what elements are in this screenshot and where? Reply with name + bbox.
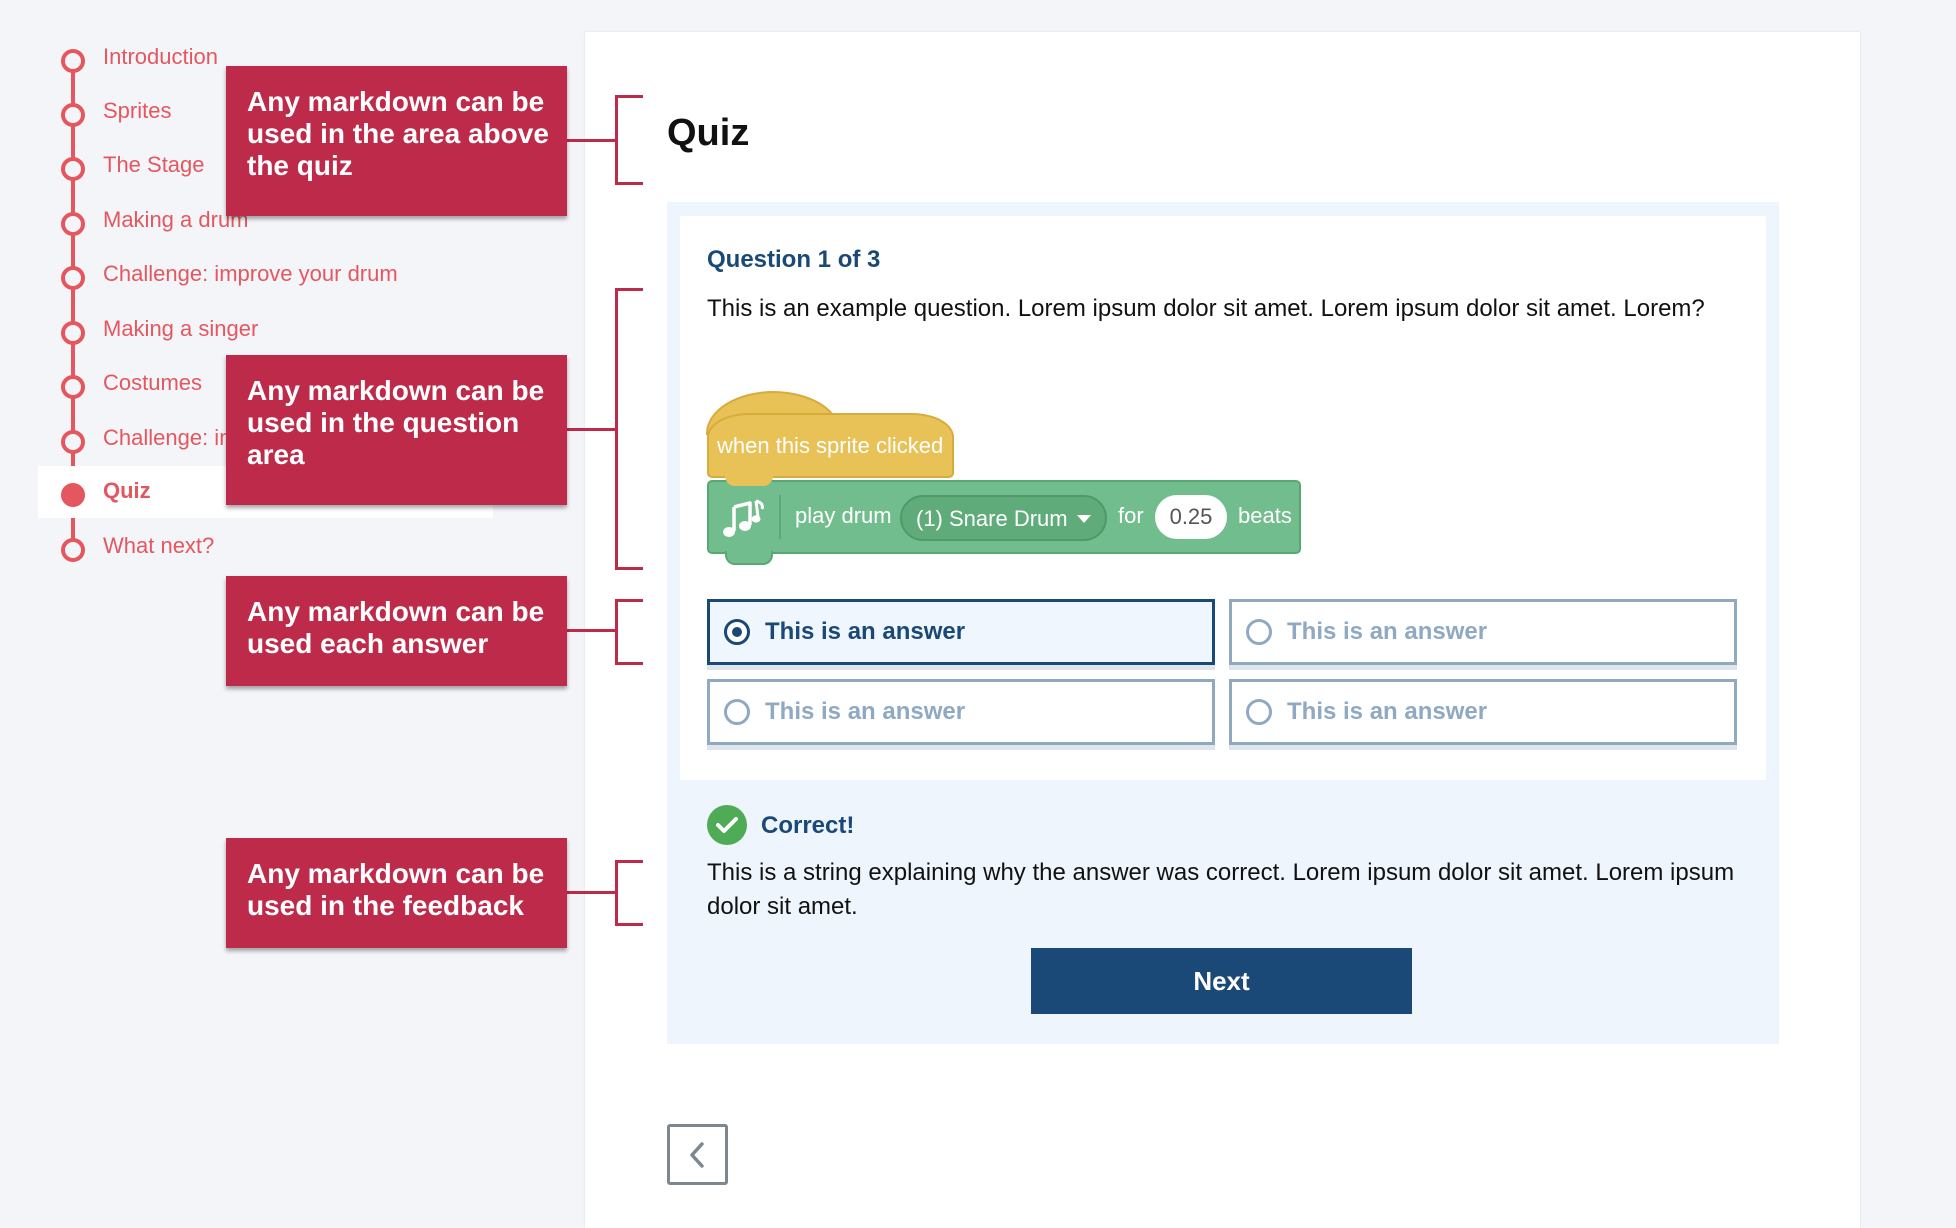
checkmark-icon xyxy=(707,805,747,845)
answer-label: This is an answer xyxy=(765,618,966,645)
callout-bracket xyxy=(615,860,643,926)
callout-bracket xyxy=(615,288,643,570)
sidebar-item-label: The Stage xyxy=(103,152,205,177)
block-separator xyxy=(779,495,781,539)
callout-connector xyxy=(567,139,615,142)
sidebar-item-challenge-drum[interactable]: Challenge: improve your drum xyxy=(0,249,500,303)
answer-label: This is an answer xyxy=(765,698,966,725)
callout-connector xyxy=(567,629,615,632)
answer-option-3[interactable]: This is an answer xyxy=(707,679,1215,745)
question-text: This is an example question. Lorem ipsum… xyxy=(707,295,1705,322)
step-dot-icon xyxy=(61,103,85,127)
step-dot-icon xyxy=(61,430,85,454)
drum-dropdown-label: (1) Snare Drum xyxy=(916,506,1068,531)
step-dot-icon xyxy=(61,483,85,507)
for-label: for xyxy=(1118,503,1144,528)
sidebar-item-making-a-singer[interactable]: Making a singer xyxy=(0,304,500,358)
feedback-text: This is a string explaining why the answ… xyxy=(707,859,1735,920)
dropdown-arrow-icon xyxy=(1077,515,1091,523)
beats-input[interactable]: 0.25 xyxy=(1155,495,1227,539)
sidebar-item-label: Quiz xyxy=(103,478,151,503)
callout-feedback: Any markdown can be used in the feedback xyxy=(226,838,567,948)
callout-connector xyxy=(567,891,615,894)
step-dot-icon xyxy=(61,375,85,399)
play-drum-label: play drum xyxy=(795,503,892,528)
answer-option-2[interactable]: This is an answer xyxy=(1229,599,1737,665)
back-button[interactable] xyxy=(667,1124,728,1185)
hat-block-label: when this sprite clicked xyxy=(717,433,944,458)
callout-bracket xyxy=(615,599,643,665)
answer-option-4[interactable]: This is an answer xyxy=(1229,679,1737,745)
callout-bracket xyxy=(615,95,643,185)
radio-icon xyxy=(1246,619,1272,645)
chevron-left-icon xyxy=(684,1139,712,1176)
answer-label: This is an answer xyxy=(1287,618,1488,645)
callout-answers: Any markdown can be used each answer xyxy=(226,576,567,686)
callout-connector xyxy=(567,428,615,431)
radio-selected-icon xyxy=(724,619,750,645)
sidebar-item-label: Introduction xyxy=(103,44,218,69)
feedback-title: Correct! xyxy=(761,812,855,839)
music-note-icon xyxy=(720,497,768,541)
answer-option-1[interactable]: This is an answer xyxy=(707,599,1215,665)
step-dot-icon xyxy=(61,49,85,73)
step-dot-icon xyxy=(61,157,85,181)
block-connector-bottom xyxy=(725,551,773,565)
beats-label: beats xyxy=(1238,503,1292,528)
sidebar-item-label: Challenge: improve your drum xyxy=(103,261,398,286)
radio-icon xyxy=(1246,699,1272,725)
page-title: Quiz xyxy=(667,112,750,154)
step-dot-icon xyxy=(61,266,85,290)
sidebar-item-what-next[interactable]: What next? xyxy=(0,521,500,575)
sidebar-item-label: Sprites xyxy=(103,98,172,123)
sidebar-item-label: Making a singer xyxy=(103,316,259,341)
block-connector xyxy=(725,468,773,486)
step-dot-icon xyxy=(61,321,85,345)
next-button[interactable]: Next xyxy=(1031,948,1412,1014)
radio-icon xyxy=(724,699,750,725)
question-heading: Question 1 of 3 xyxy=(707,246,881,273)
step-dot-icon xyxy=(61,538,85,562)
sidebar-item-label: Costumes xyxy=(103,370,203,395)
step-dot-icon xyxy=(61,212,85,236)
sidebar-item-label: What next? xyxy=(103,533,215,558)
drum-dropdown[interactable]: (1) Snare Drum xyxy=(900,495,1107,541)
callout-above-quiz: Any markdown can be used in the area abo… xyxy=(226,66,567,216)
answer-label: This is an answer xyxy=(1287,698,1488,725)
callout-question-area: Any markdown can be used in the question… xyxy=(226,355,567,505)
